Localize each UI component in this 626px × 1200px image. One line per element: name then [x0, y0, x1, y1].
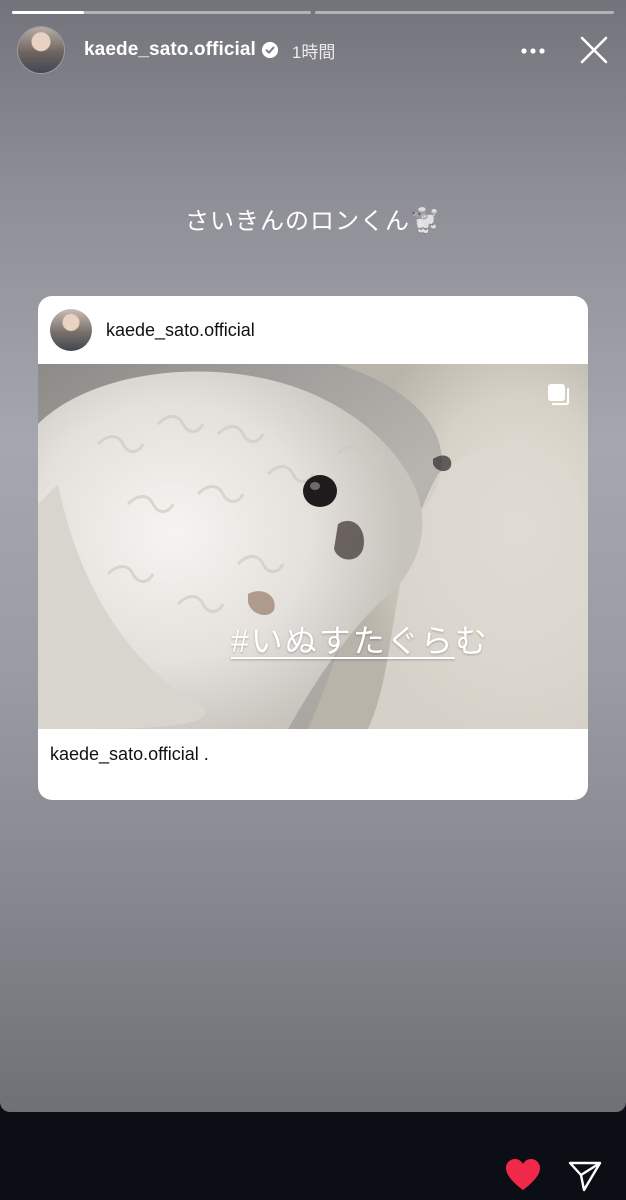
heart-icon[interactable]: [505, 1158, 541, 1192]
more-dots-icon[interactable]: [518, 36, 548, 66]
story-bottom-bar: [0, 1112, 626, 1200]
avatar[interactable]: [18, 27, 64, 73]
send-icon[interactable]: [568, 1160, 602, 1192]
story-username[interactable]: kaede_sato.official: [84, 39, 256, 61]
shared-post-caption-user[interactable]: kaede_sato.official: [50, 744, 199, 764]
shared-post-avatar[interactable]: [50, 309, 92, 351]
story-progress-fill-1: [12, 11, 84, 14]
hashtag-underlined-text: #いぬすたぐら: [231, 623, 455, 659]
story-caption-text: さいきんのロンくん🐩: [185, 208, 441, 235]
story-header: kaede_sato.official 1時間: [18, 26, 610, 74]
shared-post-card[interactable]: kaede_sato.official #いぬすたぐらむ kaede_sato.…: [38, 296, 588, 800]
verified-badge-icon: [261, 42, 278, 58]
story-progress-segment-1: [12, 11, 311, 14]
story-progress-segment-2: [315, 11, 614, 14]
carousel-icon: [546, 382, 572, 408]
shared-post-header: kaede_sato.official: [38, 296, 588, 364]
close-icon[interactable]: [578, 34, 610, 66]
hashtag-sticker[interactable]: #いぬすたぐらむ: [231, 616, 489, 662]
story-viewer[interactable]: kaede_sato.official 1時間 さいきんのロンくん🐩 kaede: [0, 0, 626, 1112]
shared-post-caption: kaede_sato.official .: [50, 744, 209, 765]
shared-post-caption-text: .: [198, 744, 209, 764]
shared-post-username[interactable]: kaede_sato.official: [106, 320, 255, 341]
story-timestamp: 1時間: [291, 42, 336, 62]
dog-photo-image: [38, 364, 588, 729]
shared-post-photo[interactable]: #いぬすたぐらむ: [38, 364, 588, 729]
hashtag-rest-text: む: [454, 623, 489, 659]
